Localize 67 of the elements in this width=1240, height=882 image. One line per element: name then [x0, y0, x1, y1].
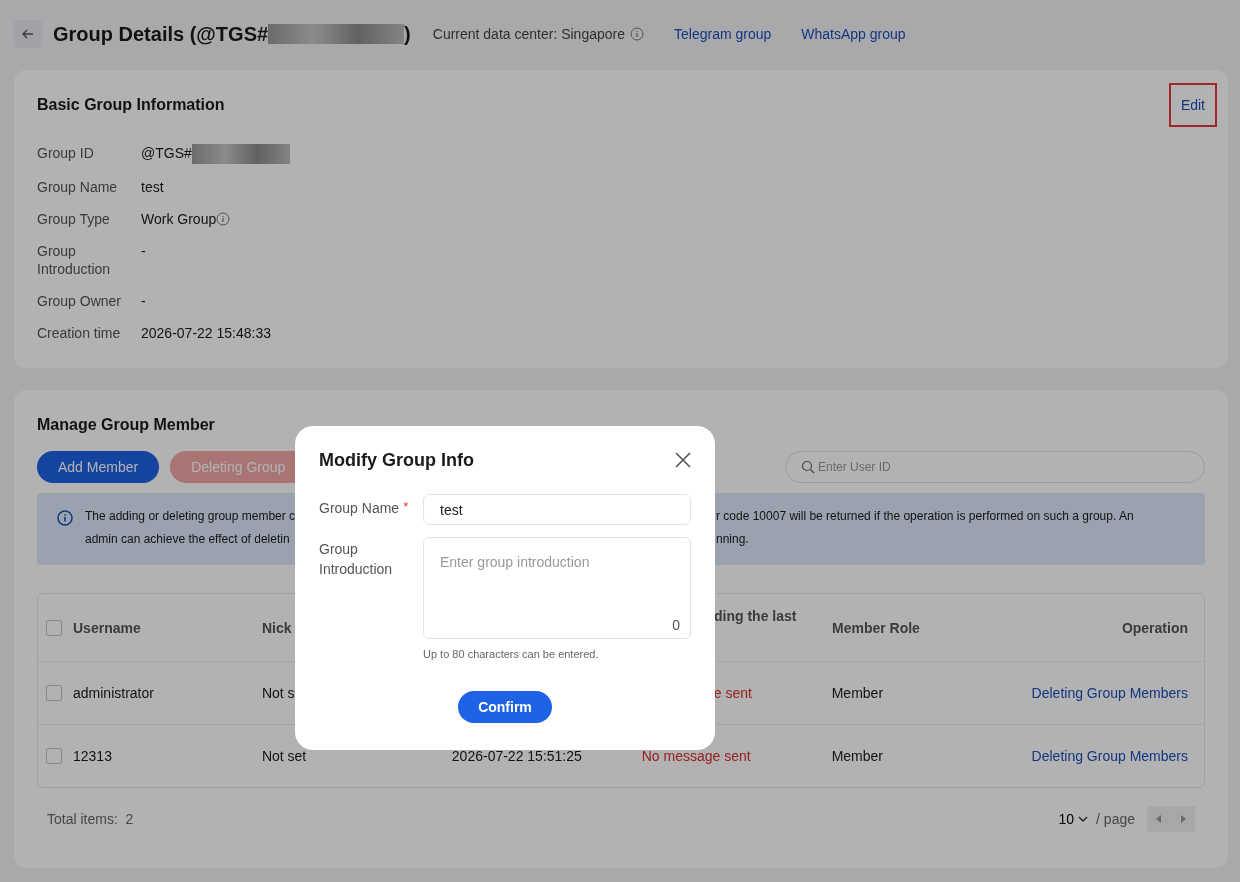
field-value: Work Group [141, 210, 217, 228]
table-cell: administrator [73, 685, 154, 701]
next-page-button[interactable] [1171, 806, 1195, 832]
column-header: Member Role [832, 619, 920, 636]
total-count: Total items: 2 [47, 811, 134, 827]
field-value: - [141, 292, 146, 310]
field-value: @TGS# [141, 144, 192, 162]
checkbox[interactable] [46, 685, 62, 701]
close-icon [675, 452, 691, 468]
field-label: Group Type [37, 210, 111, 228]
per-page-label: / page [1096, 811, 1135, 827]
required-mark: * [403, 498, 409, 516]
delete-member-link[interactable]: Deleting Group Members [1031, 748, 1188, 764]
table-cell: 2026-07-22 15:51:25 [451, 748, 582, 764]
hint-text: Up to 80 characters can be entered. [423, 648, 600, 660]
info-icon [216, 212, 231, 226]
page-title-end: ) [404, 22, 411, 46]
left-triangle-icon [1156, 815, 1162, 823]
info-icon [630, 27, 644, 41]
field-label: Group Name [37, 178, 119, 196]
checkbox[interactable] [46, 619, 62, 636]
notice-text: r code 10007 will be returned if the operation is performed on such a group. An [716, 508, 1134, 525]
notice-text: nning. [716, 531, 749, 548]
field-value: 2026-07-22 15:48:33 [141, 324, 271, 342]
back-arrow-icon [21, 27, 35, 41]
column-header: Operation [1121, 619, 1188, 636]
table-cell: Not s [261, 685, 295, 701]
table-cell: Member [831, 685, 884, 701]
column-header: Nick [262, 619, 292, 636]
search-icon [801, 460, 815, 474]
action-button[interactable]: Add Member [37, 451, 160, 483]
close-button[interactable] [675, 452, 691, 468]
header-link[interactable]: Telegram group [674, 26, 772, 42]
group-name-field[interactable]: test [423, 494, 691, 525]
section-title: Manage Group Member [37, 415, 216, 434]
column-header: ding the last [714, 608, 797, 624]
confirm-button[interactable]: Confirm [458, 691, 552, 723]
column-header: Username [73, 619, 141, 636]
page-title: Group Details (@TGS# [53, 22, 269, 46]
data-center-label: Current data center: Singapore [432, 26, 625, 42]
info-icon [57, 510, 73, 526]
header-link[interactable]: WhatsApp group [801, 26, 906, 42]
page-size-select[interactable]: 10 [1058, 811, 1089, 827]
field-label: Group ID [37, 144, 95, 162]
table-cell: Not set [261, 748, 307, 764]
field-label: Group Owner [37, 292, 123, 310]
edit-link[interactable]: Edit [1168, 83, 1217, 127]
right-triangle-icon [1180, 815, 1186, 823]
section-title: Basic Group Information [37, 96, 225, 114]
notice-text: The adding or deleting group member c [85, 508, 296, 525]
field-value: test [141, 178, 164, 196]
field-label: Creation time [37, 324, 122, 342]
field-value: - [141, 242, 146, 260]
field-label: Group Introduction [319, 540, 394, 579]
notice-text: admin can achieve the effect of deletin [85, 531, 290, 548]
caret-icon [1078, 815, 1089, 823]
field-label: Group Introduction [37, 242, 112, 278]
table-cell: No message sent [641, 748, 751, 764]
back-button[interactable] [14, 20, 42, 48]
field-label: Group Name [319, 499, 400, 518]
table-cell: 12313 [73, 748, 112, 764]
previous-page-button[interactable] [1147, 806, 1171, 832]
table-cell: Member [831, 748, 884, 764]
checkbox[interactable] [46, 748, 62, 764]
character-count: 0 [672, 617, 680, 633]
search-field[interactable]: Enter User ID [785, 451, 1205, 483]
delete-member-link[interactable]: Deleting Group Members [1031, 685, 1188, 701]
